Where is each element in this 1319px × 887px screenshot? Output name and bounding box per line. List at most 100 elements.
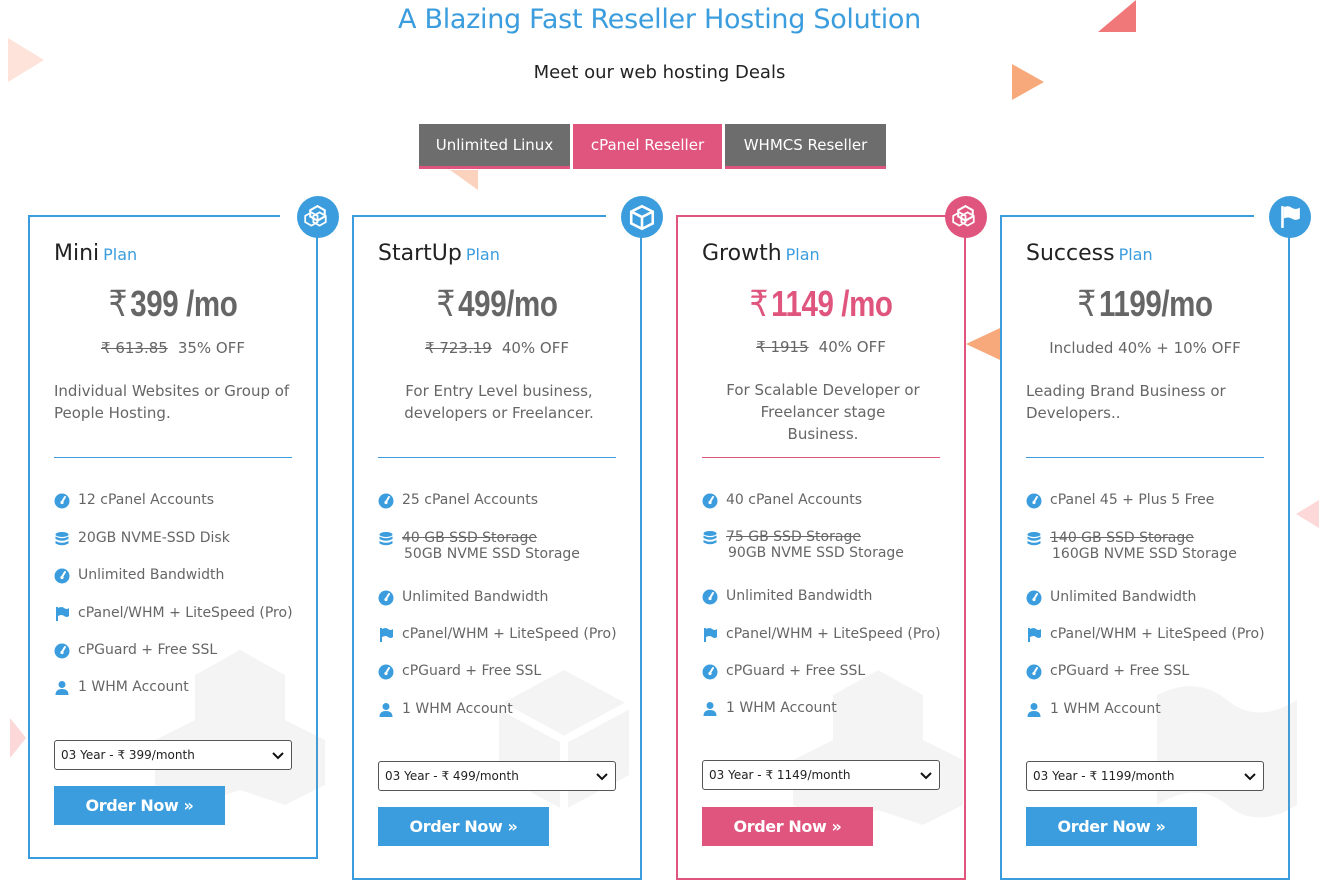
database-icon bbox=[55, 532, 69, 546]
feature-item: Unlimited Bandwidth bbox=[54, 567, 224, 584]
feature-item: cPanel 45 + Plus 5 Free bbox=[1026, 492, 1214, 509]
feature-item: 140 GB SSD Storage 160GB NVME SSD Storage bbox=[1026, 530, 1237, 562]
order-now-button[interactable]: Order Now » bbox=[54, 786, 225, 825]
cube-icon bbox=[497, 670, 631, 810]
feature-item: 75 GB SSD Storage 90GB NVME SSD Storage bbox=[702, 529, 904, 561]
feature-item: cPanel/WHM + LiteSpeed (Pro) bbox=[378, 626, 617, 643]
feature-item: cPGuard + Free SSL bbox=[1026, 663, 1189, 680]
plan-title: Success Plan bbox=[1026, 241, 1153, 266]
plan-description: For Scalable Developer or Freelancer sta… bbox=[726, 381, 920, 443]
feature-item: 12 cPanel Accounts bbox=[54, 492, 214, 509]
plan-discount: ₹ 1915 40% OFF bbox=[756, 338, 886, 356]
feature-item: cPGuard + Free SSL bbox=[54, 642, 217, 659]
divider bbox=[702, 457, 940, 458]
plan-price: ₹499/mo bbox=[436, 283, 558, 324]
plan-title: Growth Plan bbox=[702, 241, 820, 266]
flag-icon bbox=[380, 628, 393, 642]
flag-icon bbox=[1028, 628, 1041, 642]
feature-item: 1 WHM Account bbox=[378, 701, 513, 718]
plan-price: ₹399 /mo bbox=[108, 283, 238, 324]
flag-icon bbox=[56, 607, 69, 621]
feature-item: 20GB NVME-SSD Disk bbox=[54, 530, 230, 547]
decor-triangle bbox=[966, 328, 1000, 360]
feature-item: Unlimited Bandwidth bbox=[702, 588, 872, 605]
tab-whmcs-reseller[interactable]: WHMCS Reseller bbox=[725, 124, 886, 169]
order-now-button[interactable]: Order Now » bbox=[1026, 807, 1197, 846]
decor-triangle bbox=[450, 170, 478, 190]
chevron-down-icon bbox=[1244, 773, 1256, 780]
plan-description: Individual Websites or Group of People H… bbox=[54, 382, 290, 422]
billing-period-select[interactable]: 03 Year - ₹ 399/month bbox=[54, 740, 292, 770]
feature-item: cPanel/WHM + LiteSpeed (Pro) bbox=[702, 626, 941, 643]
decor-triangle bbox=[1296, 500, 1319, 528]
feature-item: 25 cPanel Accounts bbox=[378, 492, 538, 509]
billing-period-select[interactable]: 03 Year - ₹ 499/month bbox=[378, 761, 616, 791]
plan-card-startup: StartUp Plan ₹499/mo ₹ 723.19 40% OFF For … bbox=[352, 196, 663, 880]
user-icon bbox=[1027, 703, 1041, 717]
cubes-icon bbox=[155, 650, 325, 805]
gauge-icon bbox=[702, 493, 718, 509]
plan-discount: Included 40% + 10% OFF bbox=[1049, 339, 1241, 357]
database-icon bbox=[1027, 532, 1041, 546]
order-now-button[interactable]: Order Now » bbox=[702, 807, 873, 846]
user-icon bbox=[703, 702, 717, 716]
database-icon bbox=[703, 531, 717, 545]
plan-discount: ₹ 613.85 35% OFF bbox=[101, 339, 245, 357]
billing-period-select[interactable]: 03 Year - ₹ 1199/month bbox=[1026, 761, 1264, 791]
divider bbox=[378, 457, 616, 458]
plan-title: StartUp Plan bbox=[378, 241, 500, 266]
page-title: A Blazing Fast Reseller Hosting Solution bbox=[398, 4, 921, 35]
cube-icon bbox=[621, 196, 663, 238]
chevron-down-icon bbox=[596, 773, 608, 780]
decor-triangle bbox=[10, 718, 26, 758]
plan-card-success: Success Plan ₹1199/mo Included 40% + 10% … bbox=[1000, 196, 1311, 880]
tab-cpanel-reseller[interactable]: cPanel Reseller bbox=[573, 124, 722, 169]
gauge-icon bbox=[54, 493, 70, 509]
feature-item: 1 WHM Account bbox=[702, 700, 837, 717]
divider bbox=[1026, 457, 1264, 458]
plan-description: For Entry Level business, developers or … bbox=[404, 382, 594, 422]
user-icon bbox=[55, 681, 69, 695]
feature-item: cPanel/WHM + LiteSpeed (Pro) bbox=[54, 605, 293, 622]
feature-item: cPGuard + Free SSL bbox=[702, 663, 865, 680]
gauge-icon bbox=[702, 589, 718, 605]
divider bbox=[54, 457, 292, 458]
feature-item: 1 WHM Account bbox=[54, 679, 189, 696]
cubes-icon bbox=[793, 670, 963, 825]
plan-discount: ₹ 723.19 40% OFF bbox=[425, 339, 569, 357]
flag-icon bbox=[704, 628, 717, 642]
feature-item: Unlimited Bandwidth bbox=[1026, 589, 1196, 606]
plan-price: ₹1149 /mo bbox=[749, 283, 893, 324]
plan-card-mini: Mini Plan ₹399 /mo ₹ 613.85 35% OFF Indivi… bbox=[28, 196, 339, 859]
feature-item: 1 WHM Account bbox=[1026, 701, 1161, 718]
order-now-button[interactable]: Order Now » bbox=[378, 807, 549, 846]
plan-card-growth: Growth Plan ₹1149 /mo ₹ 1915 40% OFF For S… bbox=[676, 196, 987, 880]
page-subtitle: Meet our web hosting Deals bbox=[533, 62, 786, 83]
feature-item: Unlimited Bandwidth bbox=[378, 589, 548, 606]
gauge-icon bbox=[54, 568, 70, 584]
user-icon bbox=[379, 703, 393, 717]
chevron-down-icon bbox=[272, 752, 284, 759]
flag-icon bbox=[1269, 196, 1311, 238]
billing-period-select[interactable]: 03 Year - ₹ 1149/month bbox=[702, 760, 940, 790]
tab-unlimited-linux[interactable]: Unlimited Linux bbox=[419, 124, 570, 169]
database-icon bbox=[379, 532, 393, 546]
plan-type-tabs: Unlimited Linux cPanel Reseller WHMCS Re… bbox=[419, 124, 886, 169]
gauge-icon bbox=[1026, 590, 1042, 606]
gauge-icon bbox=[1026, 664, 1042, 680]
plan-price: ₹1199/mo bbox=[1077, 283, 1213, 324]
gauge-icon bbox=[702, 664, 718, 680]
cubes-icon bbox=[297, 196, 339, 238]
gauge-icon bbox=[378, 664, 394, 680]
chevron-down-icon bbox=[920, 772, 932, 779]
gauge-icon bbox=[1026, 493, 1042, 509]
plan-title: Mini Plan bbox=[54, 241, 138, 266]
plan-description: Leading Brand Business or Developers.. bbox=[1026, 382, 1226, 422]
cubes-icon bbox=[945, 196, 987, 238]
gauge-icon bbox=[378, 590, 394, 606]
gauge-icon bbox=[378, 493, 394, 509]
feature-item: 40 cPanel Accounts bbox=[702, 492, 862, 509]
feature-item: 40 GB SSD Storage 50GB NVME SSD Storage bbox=[378, 530, 580, 562]
feature-item: cPGuard + Free SSL bbox=[378, 663, 541, 680]
feature-item: cPanel/WHM + LiteSpeed (Pro) bbox=[1026, 626, 1265, 643]
